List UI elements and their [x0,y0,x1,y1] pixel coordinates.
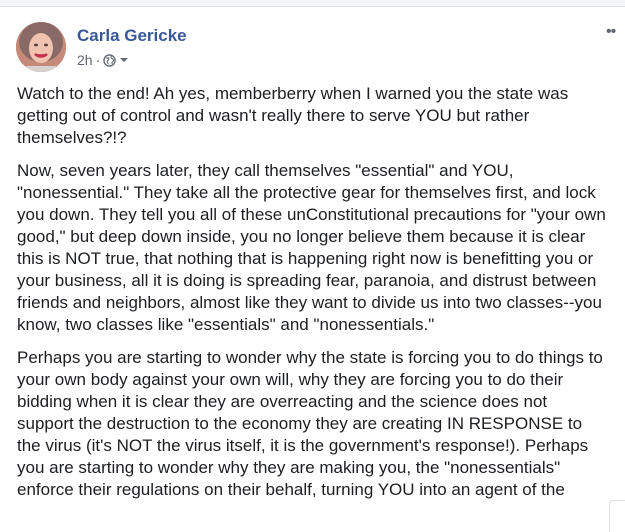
post-paragraph-2: Now, seven years later, they call themse… [17,161,606,334]
meta-separator: · [95,52,101,68]
timestamp[interactable]: 2h [77,52,93,68]
adjacent-panel-edge [609,500,625,532]
post-meta: 2h · [77,52,129,68]
chevron-down-icon[interactable] [119,55,129,65]
avatar-photo [16,22,66,72]
avatar[interactable] [16,22,66,72]
author-name[interactable]: Carla Gericke [77,26,187,46]
post-paragraph-1: Watch to the end! Ah yes, memberberry wh… [17,84,569,147]
top-border [0,0,625,7]
feed-post: Carla Gericke 2h · •• Watch to the end! … [0,7,625,531]
post-body: Watch to the end! Ah yes, memberberry wh… [17,83,607,512]
post-paragraph-3: Perhaps you are starting to wonder why t… [17,348,603,499]
ellipsis-icon[interactable]: •• [606,23,616,41]
globe-icon[interactable] [103,53,116,67]
